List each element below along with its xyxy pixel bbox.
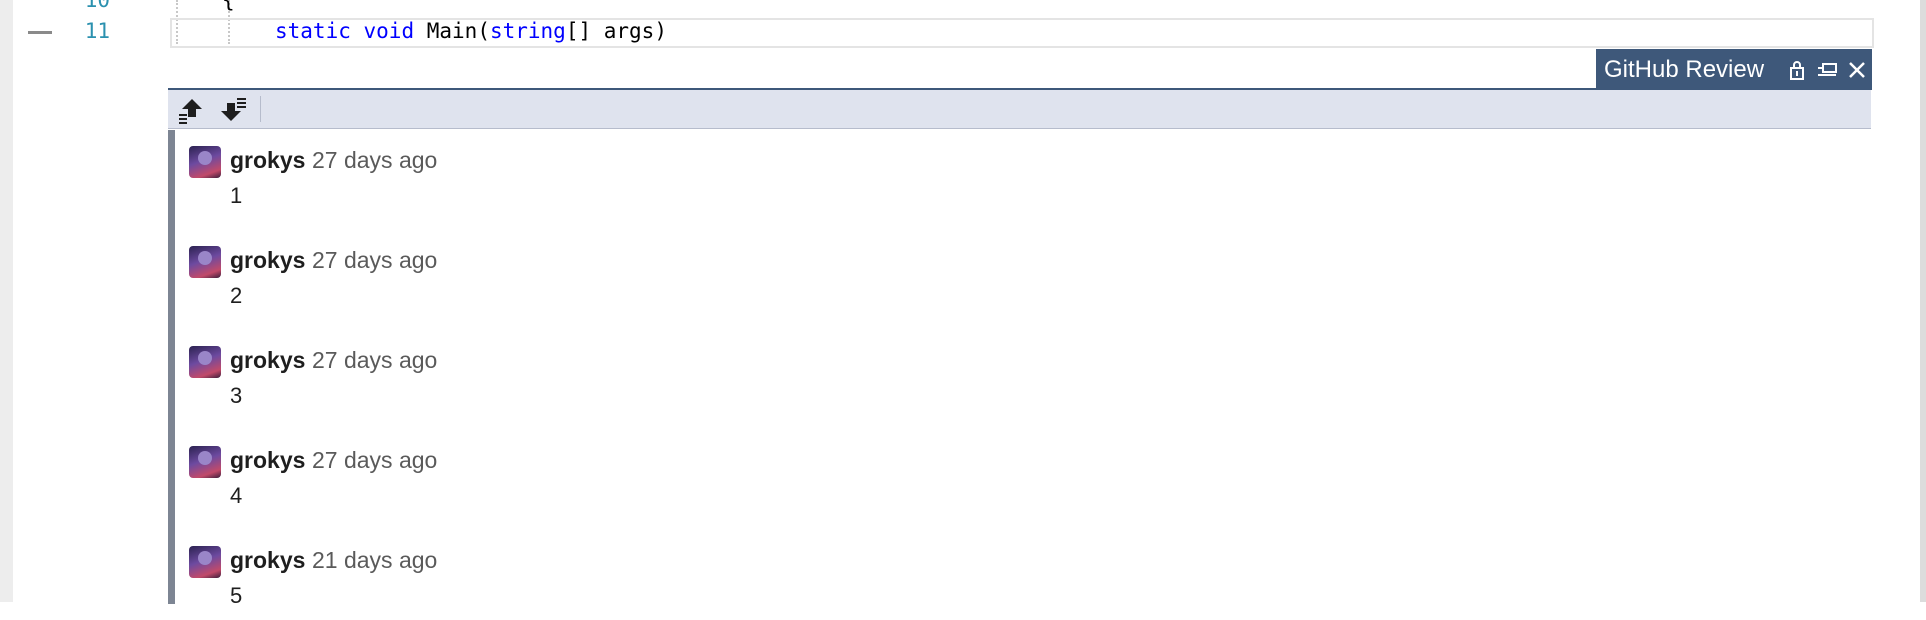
line-number: 11 [84, 19, 110, 43]
method-name: Main( [426, 19, 490, 43]
comment-author[interactable]: grokys [230, 447, 305, 474]
comment-body: 4 [230, 483, 243, 508]
lock-icon[interactable] [1782, 53, 1812, 87]
github-review-tab[interactable]: GitHub Review [1596, 49, 1872, 90]
comment-time: 27 days ago [312, 447, 438, 473]
avatar [189, 546, 221, 578]
comment-body: 3 [230, 383, 243, 408]
avatar [189, 346, 221, 378]
code-line-10[interactable]: { [222, 0, 235, 12]
comment-body: 2 [230, 283, 243, 308]
previous-comment-icon[interactable] [174, 94, 208, 126]
comment-author[interactable]: grokys [230, 247, 305, 274]
next-comment-icon[interactable] [216, 94, 250, 126]
comment-time: 27 days ago [312, 347, 438, 373]
keyword: static [275, 19, 351, 43]
vertical-scrollbar[interactable] [1920, 0, 1926, 602]
close-icon[interactable] [1842, 53, 1872, 87]
comment-item: grokys 27 days ago 1 [189, 130, 1789, 220]
avatar [189, 146, 221, 178]
code-text: [] args) [565, 19, 667, 43]
review-toolbar [168, 90, 1871, 129]
pin-icon[interactable] [1812, 53, 1842, 87]
line-number: 10 [84, 0, 110, 12]
comment-time: 27 days ago [312, 147, 438, 173]
comment-list: grokys 27 days ago 1 grokys 27 days ago … [168, 130, 1878, 608]
keyword: void [363, 19, 415, 43]
keyword: string [489, 19, 566, 43]
comment-author[interactable]: grokys [230, 347, 305, 374]
comment-item: grokys 27 days ago 2 [189, 230, 1789, 320]
editor-left-gutter [0, 0, 13, 602]
comment-author[interactable]: grokys [230, 147, 305, 174]
comment-item: grokys 27 days ago 3 [189, 330, 1789, 420]
toolbar-separator [260, 96, 261, 122]
collapse-indicator[interactable] [28, 31, 52, 34]
review-panel: grokys 27 days ago 1 grokys 27 days ago … [168, 88, 1878, 608]
avatar [189, 446, 221, 478]
avatar [189, 246, 221, 278]
comment-author[interactable]: grokys [230, 547, 305, 574]
comment-item: grokys 21 days ago 5 [189, 530, 1789, 620]
comment-item: grokys 27 days ago 4 [189, 430, 1789, 520]
comment-body: 1 [230, 183, 243, 208]
review-title: GitHub Review [1604, 55, 1765, 83]
comment-time: 27 days ago [312, 247, 438, 273]
code-line-11[interactable]: static void Main(string[] args) [275, 19, 667, 43]
comment-time: 21 days ago [312, 547, 438, 573]
comment-body: 5 [230, 583, 243, 608]
code-text: { [222, 0, 235, 12]
editor-margin [13, 0, 52, 602]
